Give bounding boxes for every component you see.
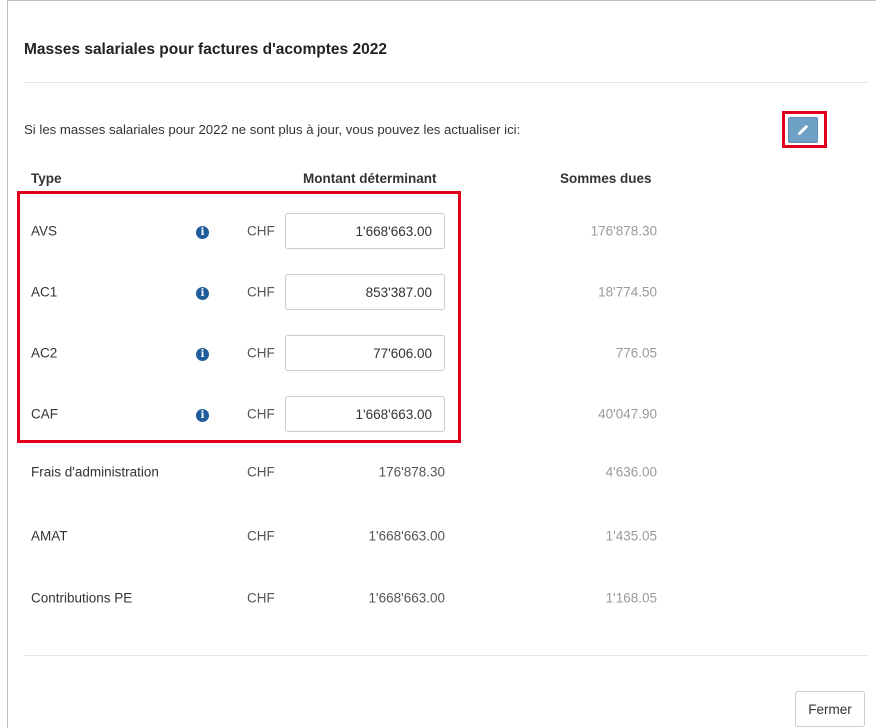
table-row-amat: AMAT CHF 1'668'663.00 1'435.05 [0, 516, 876, 556]
dialog-title: Masses salariales pour factures d'acompt… [24, 41, 387, 58]
row-currency: CHF [247, 590, 275, 606]
row-type: AC2 [31, 345, 58, 361]
row-amount: 1'668'663.00 [368, 528, 445, 544]
header-divider [24, 82, 868, 83]
amount-input-avs[interactable] [285, 213, 445, 249]
row-type: AVS [31, 223, 58, 239]
table-row-contributions: Contributions PE CHF 1'668'663.00 1'168.… [0, 578, 876, 618]
column-header-type: Type [31, 171, 62, 186]
row-due: 40'047.90 [598, 406, 657, 422]
row-type: AC1 [31, 284, 58, 300]
footer-divider [24, 655, 868, 656]
amount-input-ac1[interactable] [285, 274, 445, 310]
row-currency: CHF [247, 406, 275, 422]
info-icon[interactable]: i [196, 223, 209, 239]
amount-input-caf[interactable] [285, 396, 445, 432]
info-icon[interactable]: i [196, 406, 209, 422]
table-row-ac2: AC2 i CHF 776.05 [0, 333, 876, 373]
row-amount: 176'878.30 [378, 464, 445, 480]
row-due: 1'435.05 [605, 528, 657, 544]
edit-button[interactable] [788, 117, 818, 143]
row-type: Frais d'administration [31, 464, 159, 480]
column-header-montant: Montant déterminant [303, 171, 437, 186]
row-currency: CHF [247, 528, 275, 544]
table-row-avs: AVS i CHF 176'878.30 [0, 211, 876, 251]
row-type: Contributions PE [31, 590, 133, 606]
intro-text: Si les masses salariales pour 2022 ne so… [24, 122, 521, 137]
row-currency: CHF [247, 284, 275, 300]
row-due: 176'878.30 [590, 223, 657, 239]
table-row-caf: CAF i CHF 40'047.90 [0, 394, 876, 434]
row-currency: CHF [247, 464, 275, 480]
row-due: 4'636.00 [605, 464, 657, 480]
row-due: 18'774.50 [598, 284, 657, 300]
row-due: 776.05 [615, 345, 657, 361]
row-amount: 1'668'663.00 [368, 590, 445, 606]
column-header-sommes: Sommes dues [560, 171, 652, 186]
row-currency: CHF [247, 223, 275, 239]
info-icon[interactable]: i [196, 284, 209, 300]
table-row-frais: Frais d'administration CHF 176'878.30 4'… [0, 452, 876, 492]
table-row-ac1: AC1 i CHF 18'774.50 [0, 272, 876, 312]
row-due: 1'168.05 [605, 590, 657, 606]
close-button[interactable]: Fermer [795, 691, 865, 727]
row-type: AMAT [31, 528, 68, 544]
info-icon[interactable]: i [196, 345, 209, 361]
pencil-icon [798, 124, 809, 135]
amount-input-ac2[interactable] [285, 335, 445, 371]
row-type: CAF [31, 406, 58, 422]
row-currency: CHF [247, 345, 275, 361]
